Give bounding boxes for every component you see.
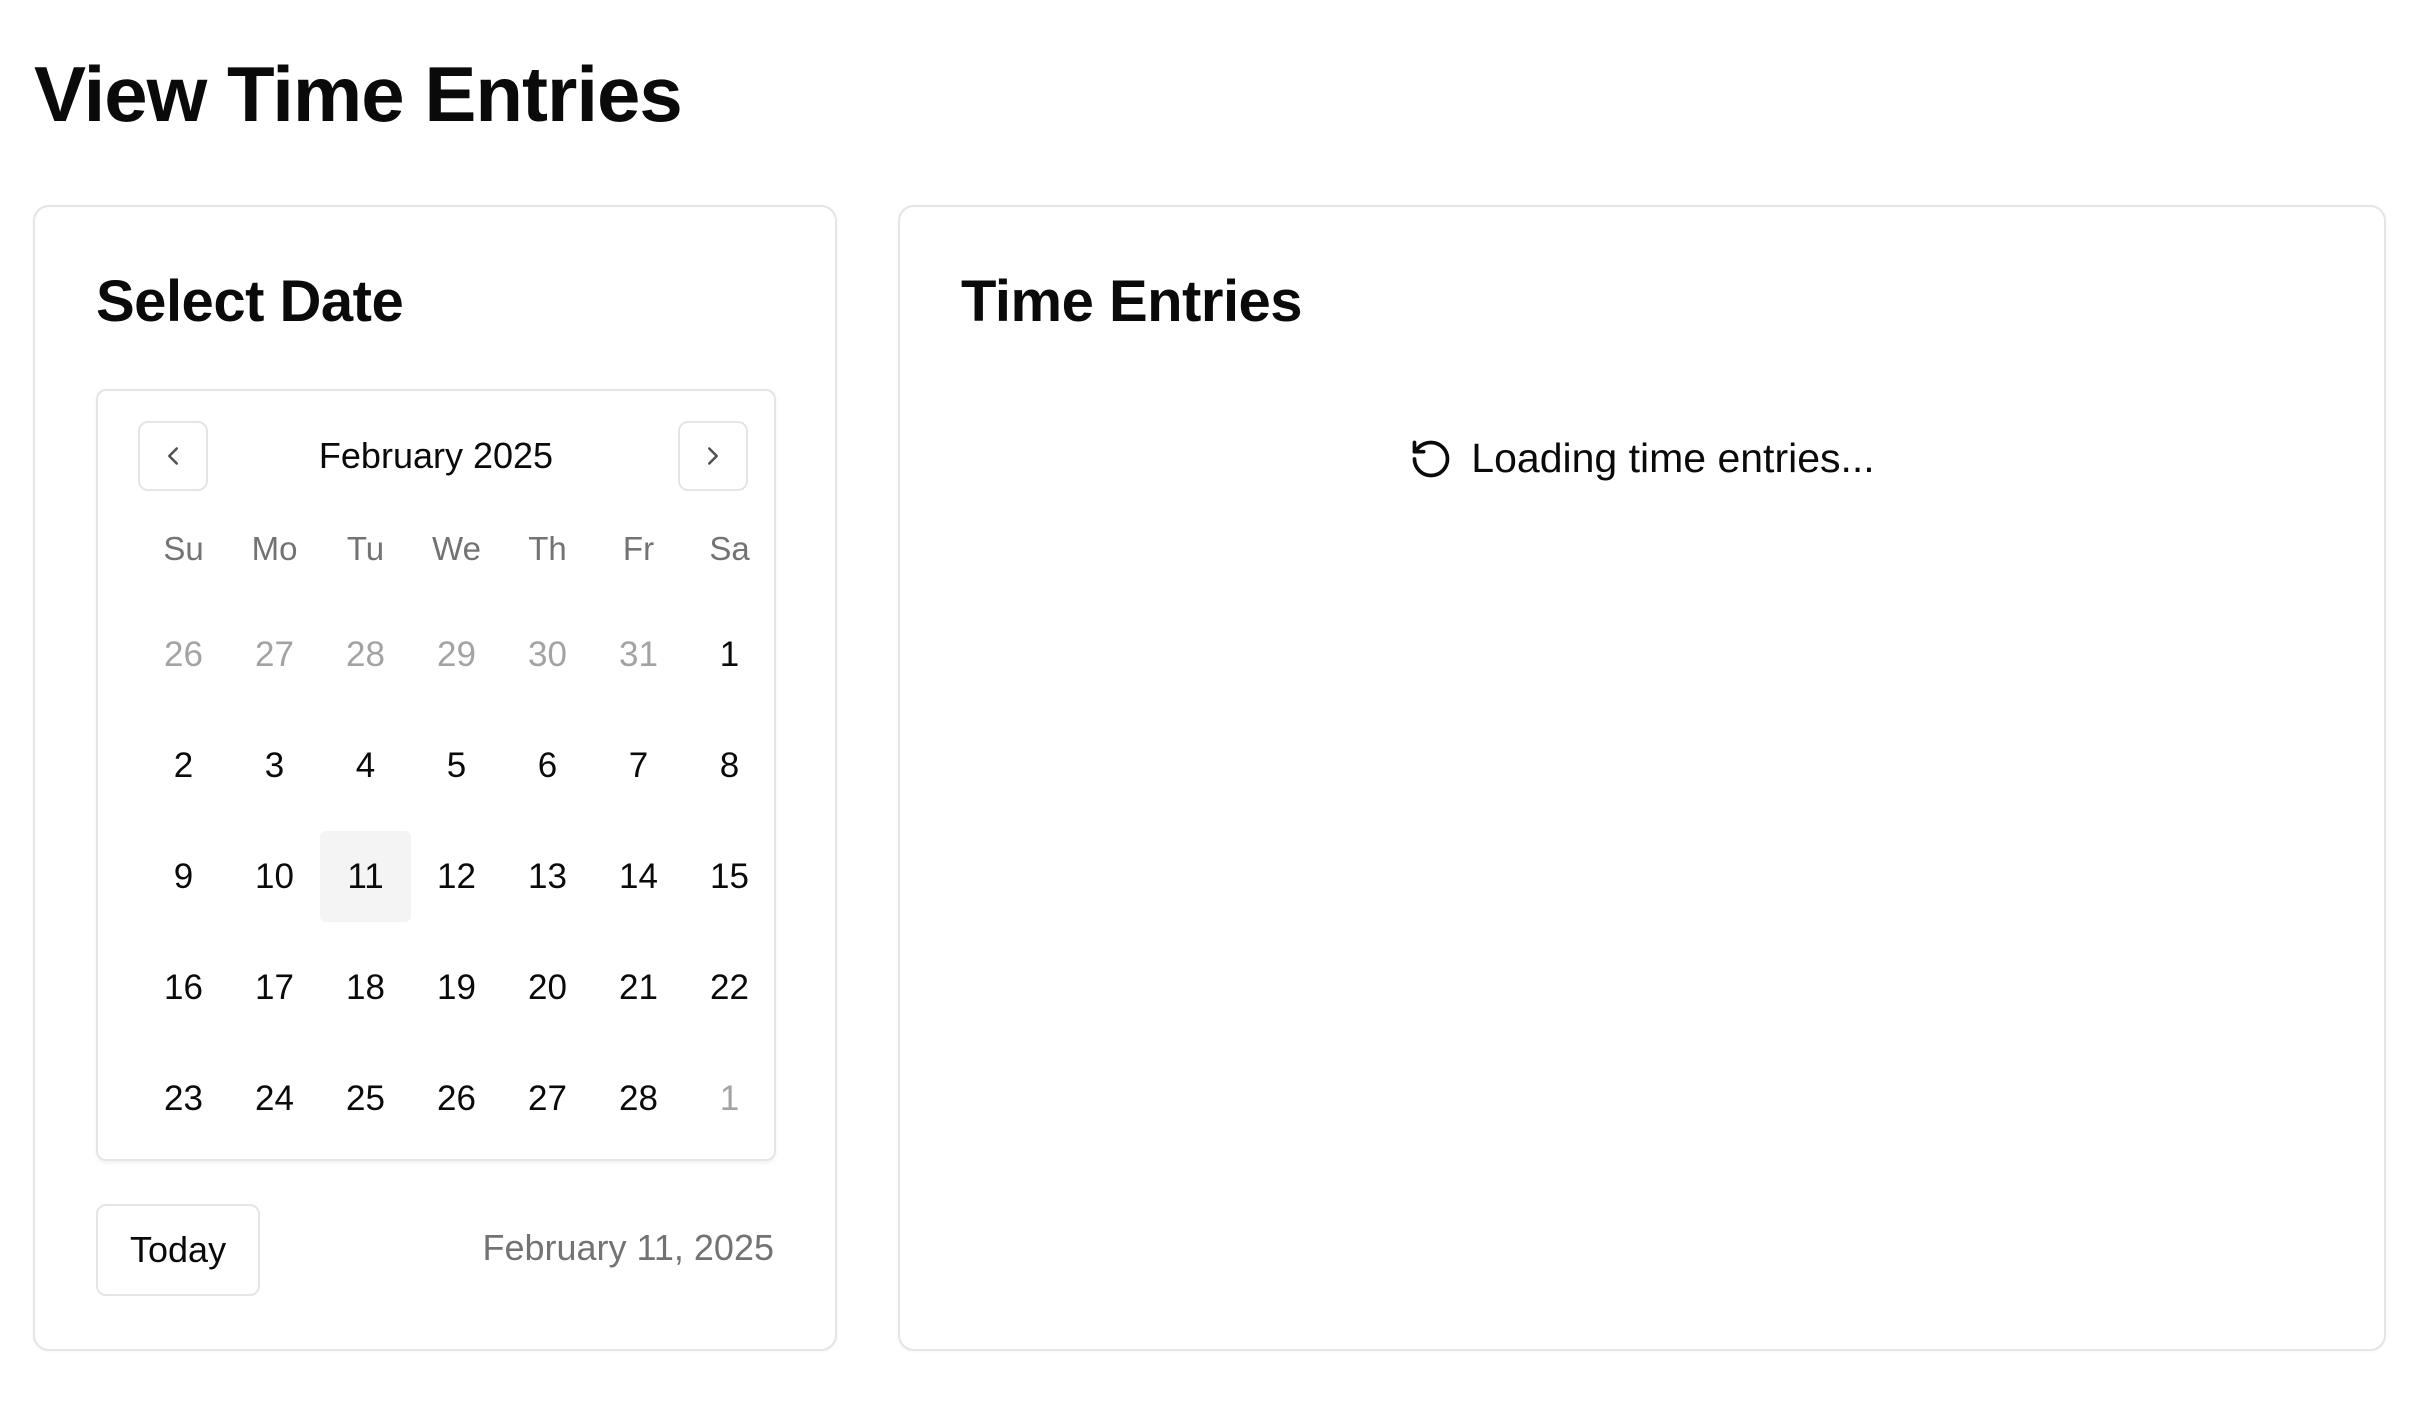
weekday-header: Th [528,530,567,567]
calendar-day-outside[interactable]: 28 [320,609,411,700]
calendar-day[interactable]: 1 [684,609,775,700]
calendar-day[interactable]: 2 [138,720,229,811]
calendar-day[interactable]: 20 [502,942,593,1033]
weekday-header: We [432,530,481,567]
calendar-day[interactable]: 26 [411,1053,502,1144]
calendar-day[interactable]: 22 [684,942,775,1033]
calendar-day[interactable]: 17 [229,942,320,1033]
weekday-header: Tu [346,530,385,567]
calendar-day-outside[interactable]: 29 [411,609,502,700]
calendar-day[interactable]: 15 [684,831,775,922]
weekday-header: Sa [709,530,750,567]
calendar-day[interactable]: 25 [320,1053,411,1144]
refresh-spinner-icon [1412,440,1450,477]
calendar-day[interactable]: 28 [593,1053,684,1144]
calendar-day[interactable]: 6 [502,720,593,811]
next-month-button[interactable] [678,421,748,491]
select-date-card: Select Date February 2025 Su Mo Tu We Th Fr Sa… [33,205,837,1351]
calendar-day[interactable]: 8 [684,720,775,811]
weekday-header: Fr [622,530,655,567]
calendar-day-outside[interactable]: 26 [138,609,229,700]
calendar-day-outside[interactable]: 31 [593,609,684,700]
calendar-day[interactable]: 3 [229,720,320,811]
chevron-right-icon [708,447,718,465]
calendar-day[interactable]: 21 [593,942,684,1033]
calendar-day[interactable]: 9 [138,831,229,922]
month-label: February 2025 [318,435,554,476]
weekday-header: Su [163,530,204,567]
calendar-day[interactable]: 7 [593,720,684,811]
page: View Time Entries Select Date February 2… [0,0,2429,1411]
calendar-day[interactable]: 14 [593,831,684,922]
selected-date-text: February 11, 2025 [482,1227,774,1268]
weekday-header: Mo [251,530,298,567]
calendar-grid: Su Mo Tu We Th Fr Sa 26 27 28 29 30 31 1 2 3 4 5 6 7 8 9 10 11 1… [138,519,775,1144]
time-entries-title: Time Entries [961,269,1303,334]
calendar: February 2025 Su Mo Tu We Th Fr Sa 26 27 28 29 30 31… [96,389,776,1161]
calendar-day-outside[interactable]: 30 [502,609,593,700]
calendar-day[interactable]: 23 [138,1053,229,1144]
calendar-day-selected[interactable]: 11 [320,831,411,922]
calendar-day[interactable]: 13 [502,831,593,922]
page-title: View Time Entries [34,50,683,138]
calendar-day-outside[interactable]: 27 [229,609,320,700]
loading-text: Loading time entries... [1471,435,1875,481]
calendar-day[interactable]: 18 [320,942,411,1033]
calendar-day[interactable]: 5 [411,720,502,811]
today-button[interactable]: Today [96,1204,261,1296]
calendar-day-outside[interactable]: 1 [684,1053,775,1144]
calendar-day[interactable]: 27 [502,1053,593,1144]
calendar-day[interactable]: 19 [411,942,502,1033]
calendar-day[interactable]: 24 [229,1053,320,1144]
calendar-day[interactable]: 12 [411,831,502,922]
time-entries-card: Time Entries Loading time entries... [898,205,2386,1351]
calendar-day[interactable]: 16 [138,942,229,1033]
calendar-day[interactable]: 10 [229,831,320,922]
loading-indicator: Loading time entries... [900,435,2384,482]
select-date-title: Select Date [96,269,404,334]
calendar-day[interactable]: 4 [320,720,411,811]
